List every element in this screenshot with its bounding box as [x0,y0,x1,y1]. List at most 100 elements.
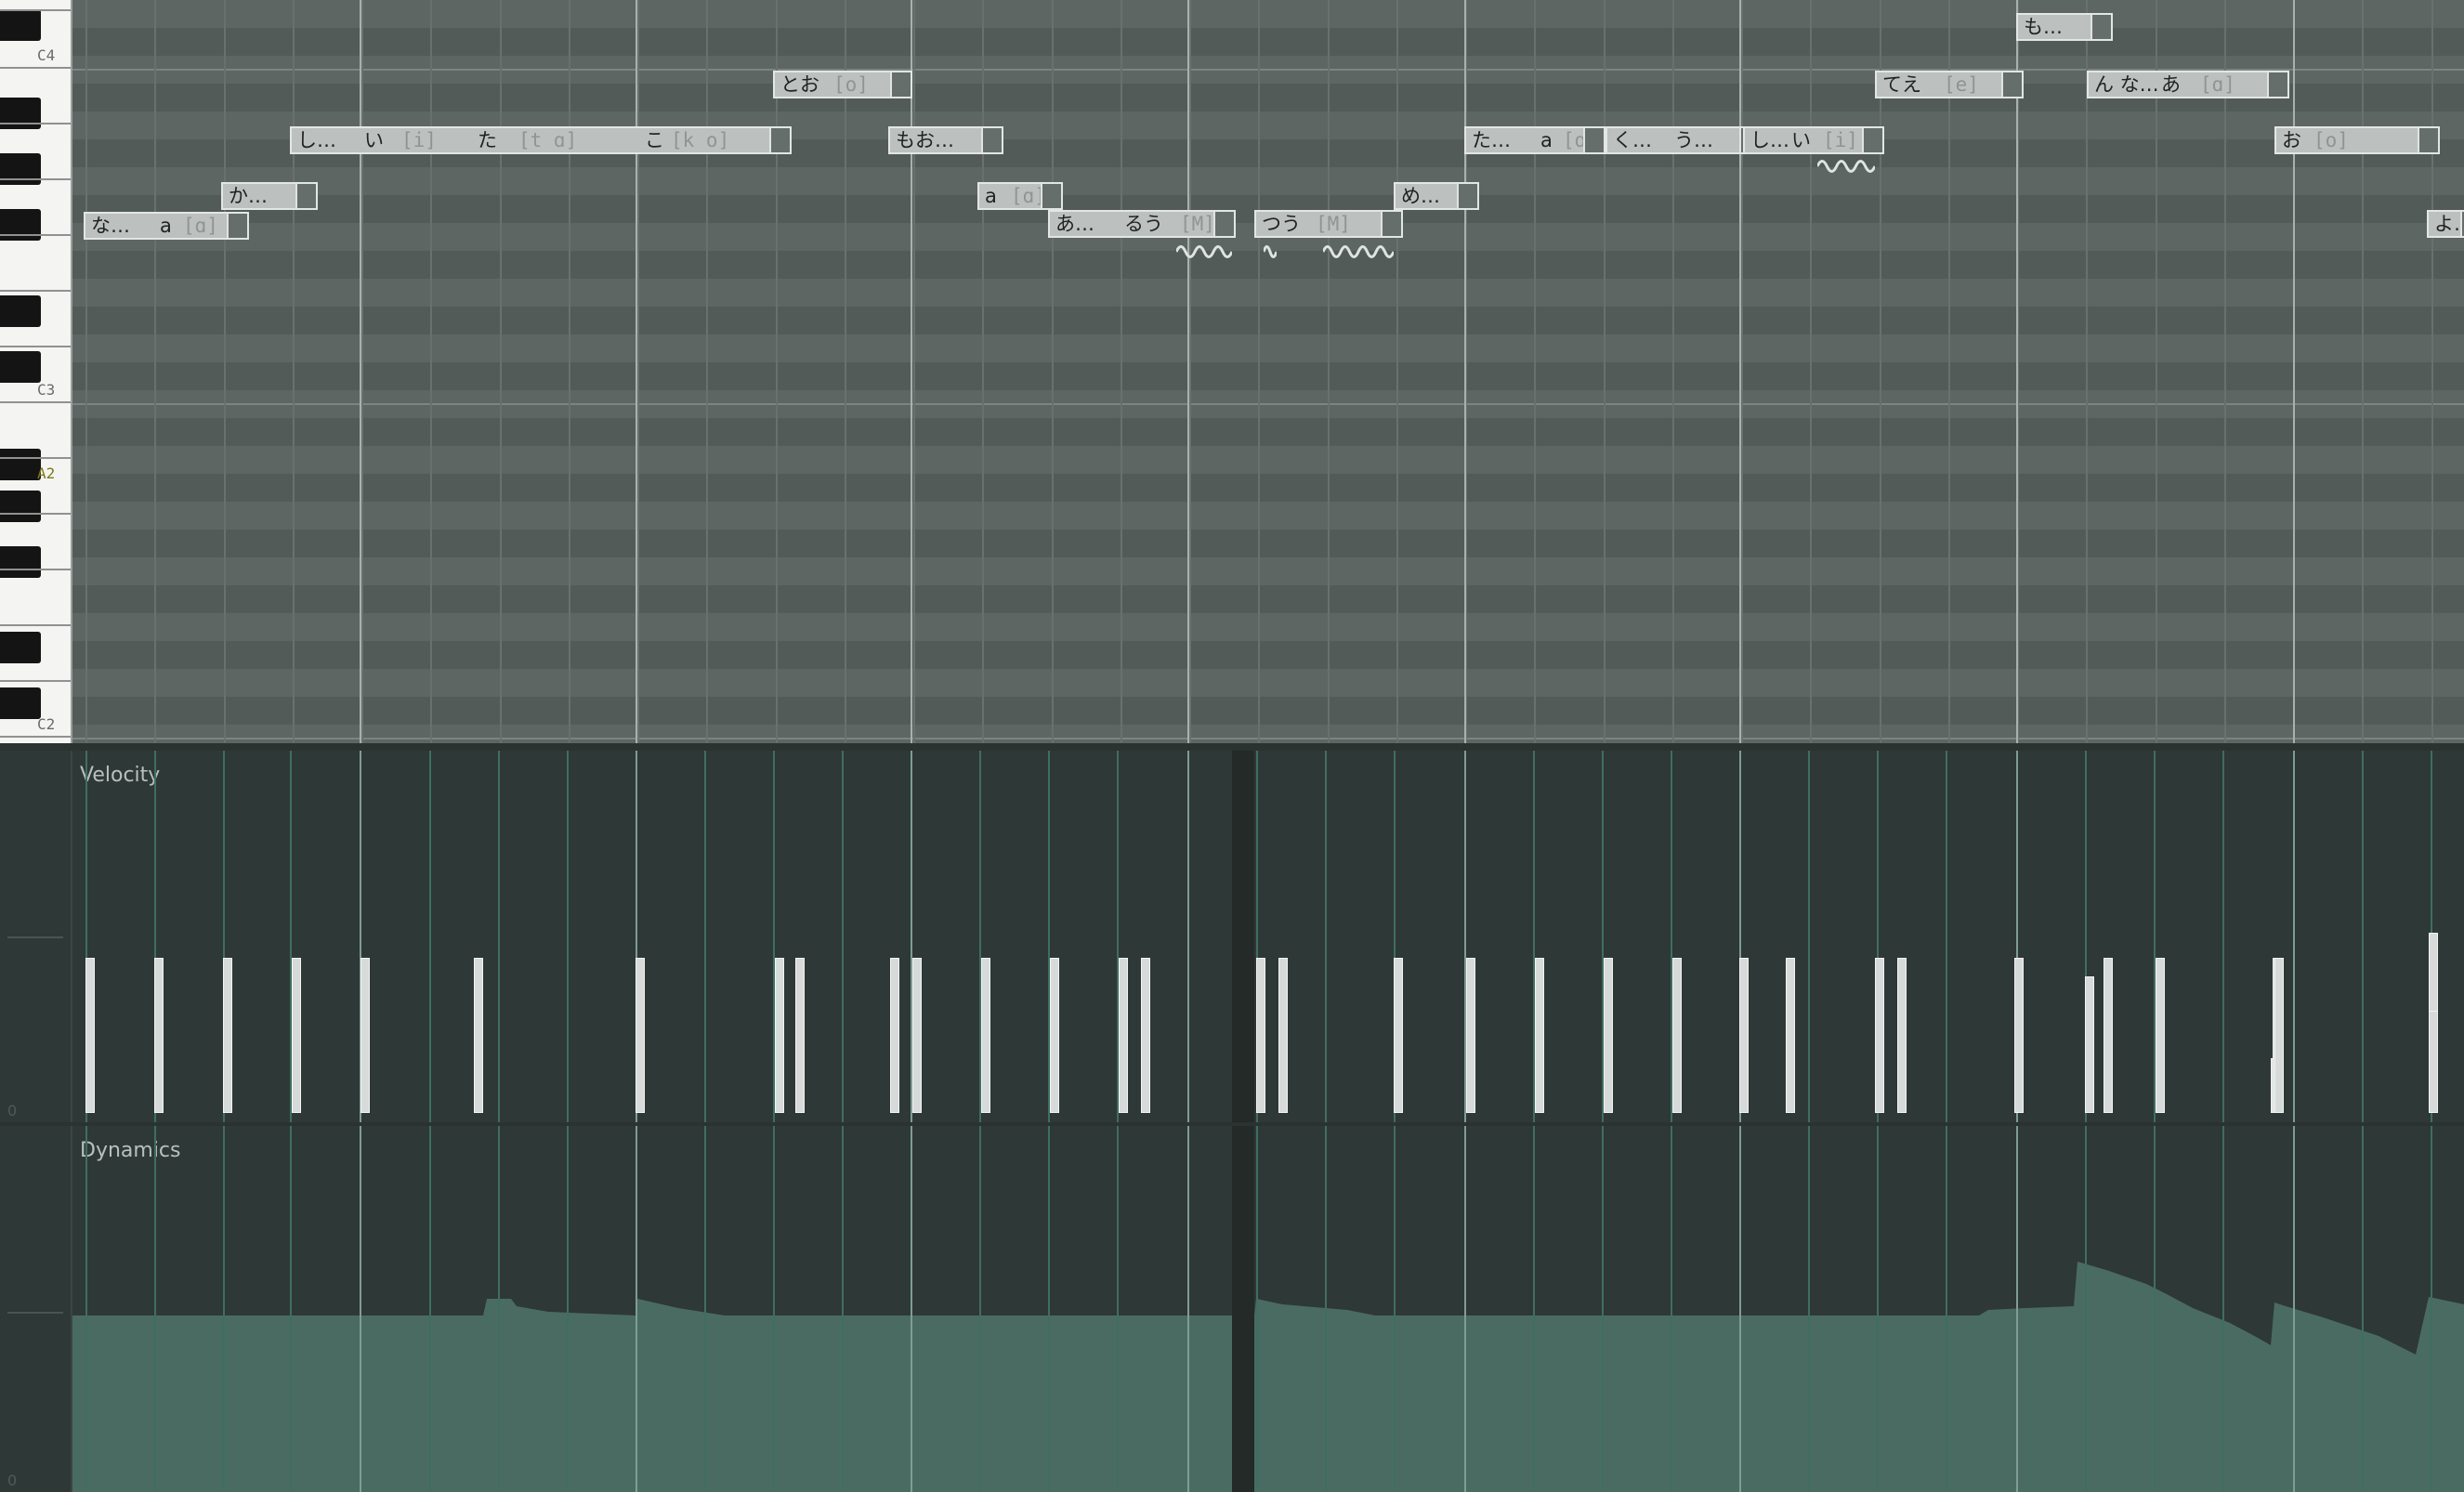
note-block[interactable]: か… [221,182,318,210]
velocity-bar[interactable] [1394,958,1403,1113]
note-resize-handle[interactable] [1041,184,1061,208]
note-resize-handle[interactable] [2418,128,2438,152]
note-resize-handle[interactable] [769,128,790,152]
bar-line [1739,1126,1741,1492]
bar-line [1464,1126,1466,1492]
velocity-bar[interactable] [912,958,922,1113]
velocity-bar[interactable] [1897,958,1907,1113]
velocity-bar[interactable] [775,958,784,1113]
dynamics-lane[interactable]: 0 Dynamics [0,1126,2464,1492]
note-block[interactable]: とお [o] [773,71,912,98]
beat-line [361,0,363,743]
velocity-bar[interactable] [795,958,805,1113]
velocity-bar[interactable] [2104,958,2113,1113]
note-block[interactable]: し… い [i] [1743,126,1884,154]
note-resize-handle[interactable] [890,72,911,97]
note-block[interactable]: よ… [2427,210,2464,238]
note-resize-handle[interactable] [1862,128,1882,152]
beat-line [1258,0,1260,743]
piano-keyboard[interactable]: C4 C3 A2 C2 [0,0,72,743]
white-key-divider [0,680,71,682]
note-resize-handle[interactable] [1457,184,1477,208]
note-resize-handle[interactable] [295,184,316,208]
velocity-bar[interactable] [360,958,370,1113]
note-resize-handle[interactable] [2267,72,2287,97]
velocity-bar[interactable] [1141,958,1150,1113]
note-resize-handle[interactable] [1583,128,1604,152]
velocity-bar[interactable] [1604,958,1613,1113]
velocity-bar[interactable] [2085,976,2094,1113]
black-key[interactable] [0,351,41,383]
note-block[interactable]: も… [2016,13,2113,41]
note-phoneme: [k o] [671,129,730,151]
vibrato-icon[interactable] [1323,242,1394,262]
velocity-bar[interactable] [1875,958,1884,1113]
note-resize-handle[interactable] [2001,72,2022,97]
velocity-lane[interactable]: 0 Velocity [0,751,2464,1122]
piano-roll-grid[interactable]: な… a [ɑ] か… し… い [i] とお [o] もお… a [ɑ] あ… るう [M] つう [M] め…… [72,0,2464,743]
note-block[interactable]: な… a [ɑ] [84,212,249,240]
note-block[interactable]: め… [1394,182,1479,210]
note-block[interactable]: あ… るう [M] [1048,210,1236,238]
note-lyric-extra: い [364,129,384,151]
velocity-bar[interactable] [1278,958,1288,1113]
velocity-bar[interactable] [85,958,95,1113]
velocity-bar[interactable] [2274,958,2284,1113]
velocity-bar[interactable] [1535,958,1544,1113]
velocity-bar[interactable] [2429,1011,2438,1113]
bar-line [2016,0,2018,743]
black-key[interactable] [0,295,41,327]
velocity-bar[interactable] [1466,958,1475,1113]
velocity-bar[interactable] [890,958,899,1113]
note-block[interactable]: てえ [e] [1875,71,2024,98]
velocity-bar[interactable] [1786,958,1795,1113]
vibrato-icon[interactable] [1264,242,1277,262]
note-block[interactable]: a [ɑ] [977,182,1063,210]
velocity-bar[interactable] [292,958,301,1113]
white-key-divider [0,123,71,124]
black-key[interactable] [0,632,41,663]
note-resize-handle[interactable] [2460,212,2464,236]
velocity-bar[interactable] [223,958,232,1113]
note-lyric: な… [91,215,130,237]
velocity-bar[interactable] [636,958,645,1113]
beat-line [1052,0,1054,743]
black-key[interactable] [0,449,41,480]
black-key[interactable] [0,9,41,41]
black-key[interactable] [0,491,41,522]
white-key-divider [0,736,71,738]
note-lyric: め… [1401,185,1440,207]
note-resize-handle[interactable] [1213,212,1234,236]
velocity-bar[interactable] [1050,958,1059,1113]
beat-line [1328,0,1330,743]
note-lyric: てえ [1882,73,1921,96]
black-key[interactable] [0,546,41,578]
velocity-bar[interactable] [154,958,164,1113]
velocity-bar[interactable] [2014,958,2024,1113]
velocity-bar[interactable] [1739,958,1749,1113]
velocity-bar[interactable] [474,958,483,1113]
vibrato-icon[interactable] [1176,242,1232,262]
velocity-bar[interactable] [981,958,990,1113]
beat-line [982,0,984,743]
vibrato-icon[interactable] [1817,156,1875,177]
black-key[interactable] [0,687,41,719]
note-block[interactable]: ん な… あ [ɑ] [2087,71,2289,98]
note-block[interactable]: つう [M] [1254,210,1403,238]
section-divider [1232,1126,1254,1492]
note-block[interactable]: もお… [888,126,1003,154]
note-lyric: こ [645,129,664,151]
velocity-bar[interactable] [2156,958,2165,1113]
note-block[interactable]: く… う… [1606,126,1762,154]
velocity-bar[interactable] [1119,958,1128,1113]
note-phoneme: [t ɑ] [518,129,578,151]
note-resize-handle[interactable] [1381,212,1401,236]
velocity-bar[interactable] [1672,958,1682,1113]
white-key-divider [0,401,71,403]
velocity-bar[interactable] [1256,958,1265,1113]
note-resize-handle[interactable] [981,128,1002,152]
note-block[interactable]: た… a [ɑ] [1464,126,1606,154]
note-resize-handle[interactable] [2090,15,2111,39]
note-block[interactable]: お [o] [2274,126,2440,154]
note-resize-handle[interactable] [227,214,247,238]
